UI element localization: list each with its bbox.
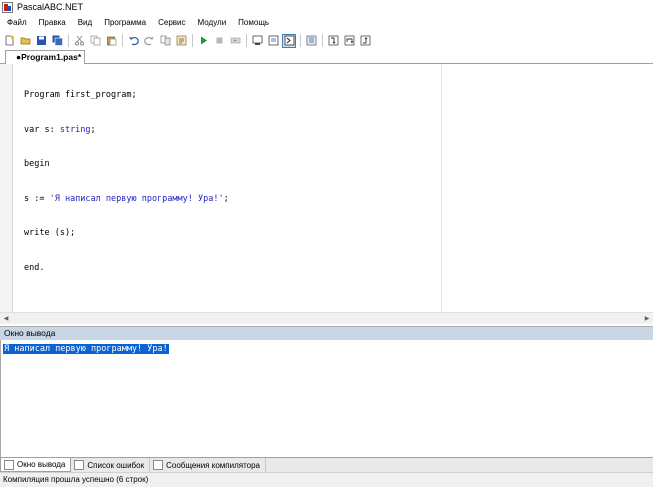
copy-icon (90, 35, 100, 46)
tab-program1-label: ●Program1.pas* (16, 52, 82, 62)
output-text[interactable]: Я написал первую программу! Ура! (3, 344, 169, 354)
save-button[interactable] (34, 34, 48, 48)
menu-modules[interactable]: Модули (192, 15, 233, 31)
undo-icon (128, 37, 139, 46)
menu-program[interactable]: Программа (98, 15, 152, 31)
menu-service[interactable]: Сервис (152, 15, 191, 31)
toolbar-separator (68, 34, 69, 47)
copy-button[interactable] (88, 34, 102, 48)
menu-help[interactable]: Помощь (232, 15, 275, 31)
debug-step-out-icon (360, 35, 370, 46)
tab-compiler-messages[interactable]: Сообщения компилятора (150, 458, 266, 472)
output-panel[interactable]: Я написал первую программу! Ура! (0, 340, 653, 457)
toolbar (0, 32, 653, 49)
cut-button[interactable] (72, 34, 86, 48)
right-margin-line (441, 64, 442, 312)
output-panel-header: Окно вывода (0, 326, 653, 340)
tab-output-window[interactable]: Окно вывода (0, 458, 72, 472)
code-line: write (s); (24, 228, 76, 238)
console-icon (252, 35, 262, 45)
menu-view[interactable]: Вид (72, 15, 98, 31)
undo-button[interactable] (126, 34, 140, 48)
open-folder-icon (20, 37, 30, 45)
code-editor[interactable]: Program first_program; var s: string; be… (0, 64, 653, 312)
debug-step-over-icon (344, 35, 354, 46)
scroll-right-icon[interactable]: ▶ (641, 313, 653, 325)
code-line: end. (24, 262, 45, 273)
window-title: PascalABC.NET (17, 2, 84, 12)
output-window-button[interactable] (266, 34, 280, 48)
debug-icon (306, 35, 316, 46)
error-list-icon (74, 460, 85, 470)
new-file-icon (5, 35, 14, 46)
tab-output-window-label: Окно вывода (17, 460, 66, 469)
step-out-button[interactable] (358, 34, 372, 48)
scroll-left-icon[interactable]: ◀ (0, 313, 12, 325)
tab-error-list[interactable]: Список ошибок (71, 458, 151, 472)
paste-icon (106, 36, 116, 46)
step-over-button[interactable] (342, 34, 356, 48)
code-line: var s: string; (24, 124, 96, 135)
run-button[interactable] (196, 34, 210, 48)
find-icon (160, 35, 170, 46)
toolbar-separator (300, 34, 301, 47)
save-all-icon (52, 35, 63, 46)
menu-bar: Файл Правка Вид Программа Сервис Модули … (0, 15, 653, 31)
title-bar: PascalABC.NET (0, 0, 653, 14)
toolbar-separator (246, 34, 247, 47)
save-icon (36, 36, 46, 45)
toolbar-separator (192, 34, 193, 47)
output-window-icon (4, 459, 14, 470)
app-logo-icon (2, 1, 13, 13)
toolbar-separator (322, 34, 323, 47)
step-icon (230, 37, 240, 44)
menu-file[interactable]: Файл (0, 15, 33, 31)
save-all-button[interactable] (50, 34, 64, 48)
code-line: Program first_program; (24, 90, 137, 100)
code-line: s := 'Я написал первую программу! Ура!'; (24, 193, 229, 204)
find-button[interactable] (158, 34, 172, 48)
format-code-button[interactable] (174, 34, 188, 48)
compiler-messages-icon (153, 460, 164, 470)
tab-compiler-messages-label: Сообщения компилятора (166, 460, 260, 470)
cut-icon (74, 35, 84, 46)
tab-program1[interactable]: ●Program1.pas* (5, 50, 85, 64)
status-bar: Компиляция прошла успешно (6 строк) (0, 472, 653, 487)
debug-step-into-icon (328, 35, 338, 46)
paste-button[interactable] (104, 34, 118, 48)
stop-icon (216, 37, 222, 44)
toolbar-separator (122, 34, 123, 47)
output-window-icon (268, 35, 278, 46)
scroll-track[interactable] (12, 313, 641, 325)
menu-edit[interactable]: Правка (33, 15, 72, 31)
open-button[interactable] (18, 34, 32, 48)
console-button[interactable] (250, 34, 264, 48)
document-tabstrip: ●Program1.pas* (0, 50, 653, 64)
source-code[interactable]: Program first_program; var s: string; be… (24, 67, 229, 297)
run-icon (200, 36, 207, 45)
new-file-button[interactable] (2, 34, 16, 48)
redo-icon (143, 37, 154, 46)
step-into-button[interactable] (326, 34, 340, 48)
redo-button[interactable] (142, 34, 156, 48)
format-icon (176, 35, 186, 46)
terminal-icon (284, 35, 294, 46)
debug-button[interactable] (304, 34, 318, 48)
tab-error-list-label: Список ошибок (87, 460, 145, 470)
stop-button[interactable] (212, 34, 226, 48)
toggle-output-button[interactable] (282, 33, 296, 48)
step-button[interactable] (228, 34, 242, 48)
editor-gutter (0, 64, 13, 312)
bottom-panel-tabs: Окно вывода Список ошибок Сообщения комп… (0, 457, 653, 472)
code-line: begin (24, 159, 50, 169)
horizontal-scrollbar[interactable]: ◀ ▶ (0, 312, 653, 324)
